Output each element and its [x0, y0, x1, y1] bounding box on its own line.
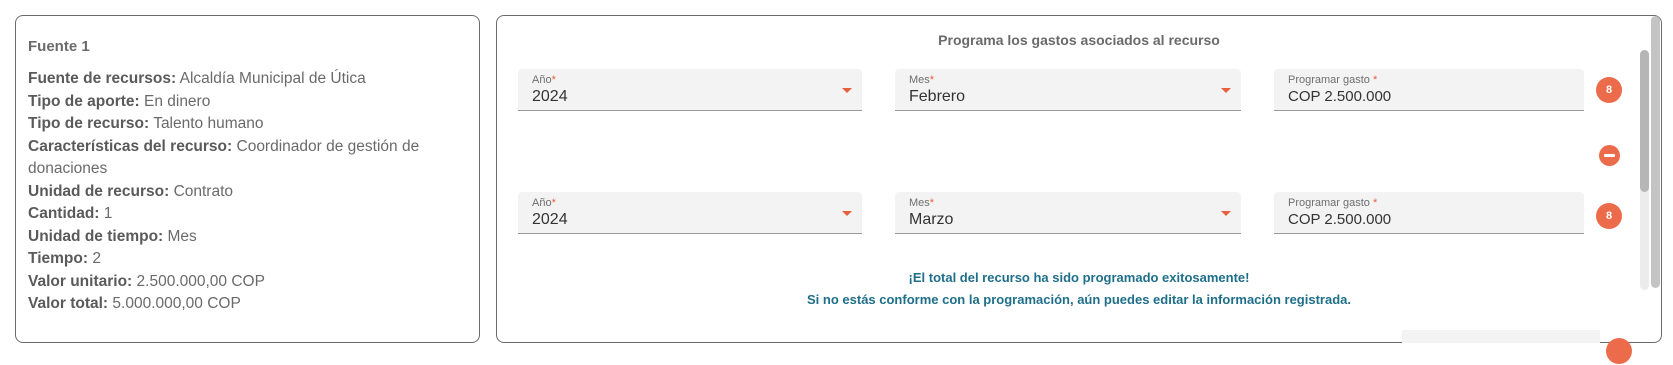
chevron-down-icon: [842, 211, 852, 216]
amount-label: Programar gasto: [1288, 197, 1370, 209]
required-mark: *: [551, 197, 556, 209]
month-value: Febrero: [909, 88, 966, 105]
year-select[interactable]: Año* 2024: [518, 192, 862, 234]
chevron-down-icon: [842, 88, 852, 93]
remove-icon[interactable]: [1599, 145, 1620, 166]
required-mark: *: [551, 74, 556, 86]
count-badge[interactable]: 8: [1596, 77, 1622, 103]
required-mark: *: [1373, 197, 1378, 209]
month-select[interactable]: Mes* Marzo: [895, 192, 1241, 234]
source-row: Cantidad: 1: [28, 205, 113, 222]
source-row: Valor unitario: 2.500.000,00 COP: [28, 272, 265, 290]
source-card: Fuente 1 Fuente de recursos: Alcaldía Mu…: [15, 15, 480, 343]
source-row: Tipo de aporte: En dinero: [28, 92, 211, 110]
outer-scrollbar[interactable]: [1651, 16, 1660, 288]
year-label: Año: [532, 197, 552, 209]
partial-field: [1402, 330, 1600, 343]
year-label: Año: [532, 74, 552, 86]
month-label: Mes: [909, 197, 930, 209]
program-title: Programa los gastos asociados al recurso: [938, 32, 1220, 48]
source-row: Unidad de tiempo: Mes: [28, 227, 197, 245]
year-value: 2024: [532, 88, 568, 105]
source-row: Unidad de recurso: Contrato: [28, 182, 234, 200]
amount-value: COP 2.500.000: [1288, 88, 1392, 105]
required-mark: *: [929, 74, 935, 86]
month-value: Marzo: [909, 211, 954, 228]
chevron-down-icon: [1221, 211, 1231, 216]
source-row: Fuente de recursos: Alcaldía Municipal d…: [28, 70, 366, 87]
month-select[interactable]: Mes* Febrero: [895, 69, 1241, 111]
source-row: Valor total: 5.000.000,00 COP: [28, 295, 241, 312]
year-value: 2024: [532, 211, 568, 228]
source-title: Fuente 1: [28, 38, 90, 55]
partial-badge: [1606, 338, 1632, 364]
source-row: Tiempo: 2: [28, 250, 101, 267]
year-select[interactable]: Año* 2024: [518, 69, 862, 111]
required-mark: *: [929, 197, 935, 209]
source-row: Tipo de recurso: Talento humano: [28, 115, 264, 132]
amount-value: COP 2.500.000: [1288, 211, 1392, 228]
source-row: Características del recurso: Coordinador…: [28, 137, 420, 178]
program-card: Programa los gastos asociados al recurso…: [496, 15, 1662, 343]
required-mark: *: [1373, 74, 1378, 86]
success-message: ¡El total del recurso ha sido programado…: [908, 270, 1250, 285]
month-label: Mes: [909, 74, 930, 86]
amount-label: Programar gasto: [1288, 74, 1370, 86]
amount-input[interactable]: Programar gasto * COP 2.500.000: [1274, 69, 1584, 111]
count-badge[interactable]: 8: [1596, 203, 1622, 229]
amount-input[interactable]: Programar gasto * COP 2.500.000: [1274, 192, 1584, 234]
scrollbar-thumb[interactable]: [1640, 50, 1649, 192]
inner-scrollbar[interactable]: [1640, 50, 1649, 290]
success-hint: Si no estás conforme con la programación…: [807, 292, 1351, 307]
chevron-down-icon: [1221, 88, 1231, 93]
